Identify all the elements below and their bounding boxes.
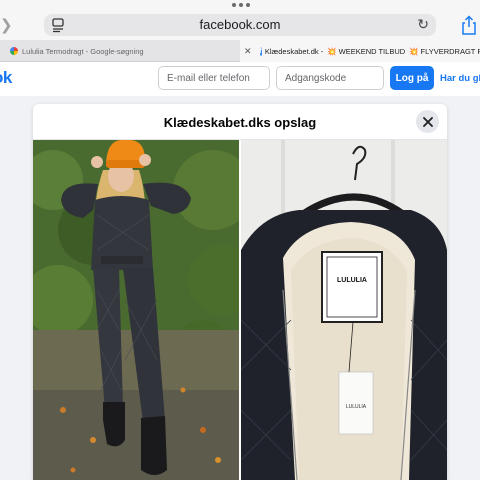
- tab-google-search[interactable]: Lululia Termodragt - Google-søgning: [0, 40, 240, 62]
- tab-title: Klædeskabet.dk -: [264, 46, 324, 56]
- share-icon[interactable]: [461, 15, 477, 35]
- login-button[interactable]: Log på: [390, 66, 434, 90]
- jumpsuit-photo-illustration: [33, 140, 239, 480]
- tab-title-part: WEEKEND TILBUD: [338, 46, 406, 56]
- burst-icon: 💥: [409, 46, 419, 56]
- password-field[interactable]: [277, 67, 383, 89]
- hang-tag-text: LULULIA: [346, 404, 367, 410]
- tab-title: Lululia Termodragt - Google-søgning: [22, 46, 144, 56]
- window-handle[interactable]: [232, 3, 250, 7]
- browser-toolbar: ❯ facebook.com ↻: [0, 0, 480, 40]
- brand-label-text: LULULIA: [337, 277, 367, 284]
- url-text: facebook.com: [199, 17, 281, 32]
- tab-facebook[interactable]: ✕ f Klædeskabet.dk - 💥 WEEKEND TILBUD 💥 …: [240, 40, 480, 62]
- post-modal: Klædeskabet.dks opslag LULULIA LULULIA: [33, 104, 447, 480]
- back-icon[interactable]: ❯: [0, 16, 13, 34]
- post-photo-2[interactable]: LULULIA LULULIA: [241, 140, 447, 480]
- email-field-wrap: [158, 66, 270, 90]
- google-icon: [10, 47, 18, 55]
- close-tab-icon[interactable]: ✕: [244, 46, 252, 57]
- close-button[interactable]: [416, 110, 439, 133]
- close-icon: [422, 116, 433, 127]
- modal-title: Klædeskabet.dks opslag: [163, 115, 317, 130]
- forgot-password-link[interactable]: Har du glemt: [440, 73, 480, 84]
- post-photo-1[interactable]: [33, 140, 239, 480]
- facebook-icon: f: [259, 46, 262, 56]
- tab-bar: Lululia Termodragt - Google-søgning ✕ f …: [0, 40, 480, 62]
- facebook-logo[interactable]: ok: [0, 68, 12, 88]
- address-bar[interactable]: facebook.com ↻: [44, 14, 436, 36]
- password-field-wrap: [276, 66, 384, 90]
- email-field[interactable]: [159, 67, 269, 89]
- tab-title-part: FLYVERDRAGT PÅ: [420, 46, 480, 56]
- burst-icon: 💥: [327, 46, 337, 56]
- jacket-photo-illustration: LULULIA LULULIA: [241, 140, 447, 480]
- reload-icon[interactable]: ↻: [417, 16, 429, 33]
- facebook-header: ok Log på Har du glemt: [0, 62, 480, 96]
